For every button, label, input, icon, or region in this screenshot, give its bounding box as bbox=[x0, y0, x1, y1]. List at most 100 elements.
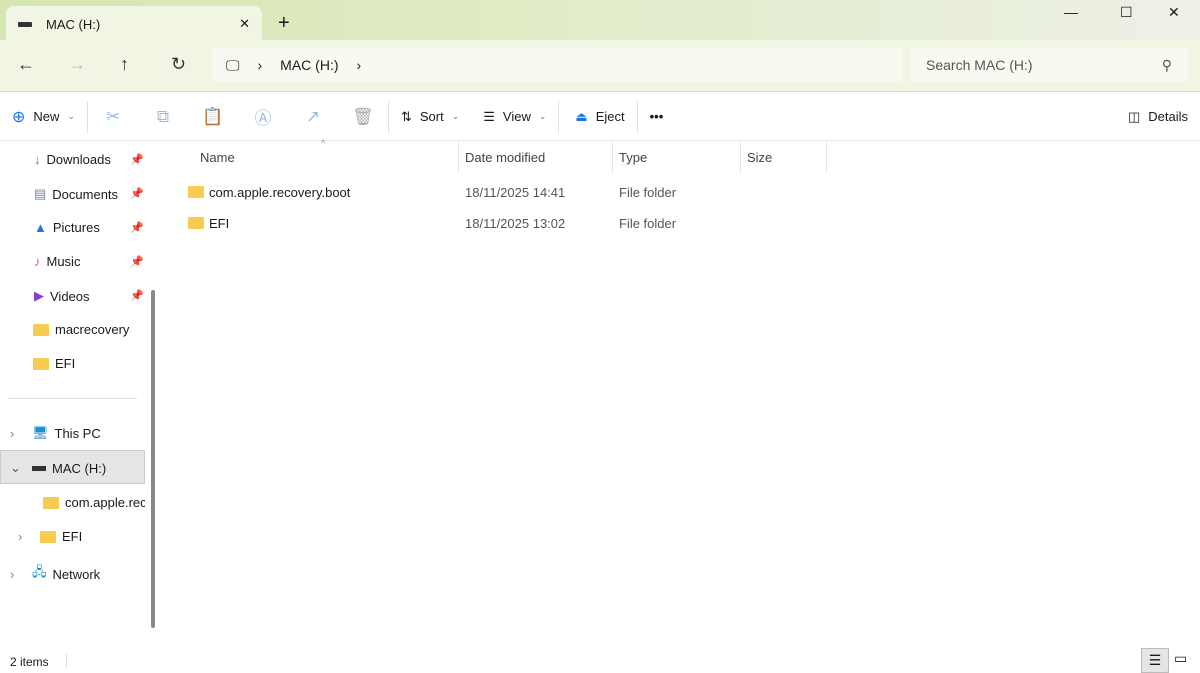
new-tab-button[interactable]: + bbox=[278, 12, 290, 35]
column-header-type[interactable]: Type bbox=[619, 150, 647, 165]
label: macrecovery bbox=[55, 322, 130, 337]
forward-button[interactable]: → bbox=[68, 54, 86, 75]
new-label: New bbox=[33, 109, 60, 124]
divider bbox=[612, 142, 613, 172]
refresh-button[interactable]: ↻ bbox=[171, 54, 186, 75]
file-list: ^ Name Date modified Type Size com.apple… bbox=[163, 138, 1200, 647]
label: MAC (H:) bbox=[52, 460, 107, 476]
tree-item-network[interactable]: › 🖧 Network bbox=[10, 563, 100, 585]
cut-icon[interactable]: ✂ bbox=[88, 107, 138, 127]
new-button[interactable]: ⊕ New ⌄ bbox=[0, 93, 87, 140]
address-bar[interactable]: 🖵 › MAC (H:) › bbox=[212, 48, 902, 82]
file-type: File folder bbox=[619, 185, 677, 200]
column-header-name[interactable]: Name bbox=[200, 150, 235, 165]
column-header-size[interactable]: Size bbox=[747, 150, 772, 165]
details-pane-icon: ◫ bbox=[1127, 108, 1141, 124]
divider bbox=[826, 142, 827, 172]
label: Music bbox=[46, 254, 81, 269]
nav-bar: ← → ↑ ↻ 🖵 › MAC (H:) › Search MAC (H:) ⚲ bbox=[0, 40, 1200, 92]
folder-icon bbox=[40, 530, 56, 543]
label: Pictures bbox=[52, 220, 100, 235]
search-input[interactable]: Search MAC (H:) ⚲ bbox=[910, 48, 1188, 82]
folder-icon bbox=[188, 186, 204, 198]
pin-icon[interactable]: 📌 bbox=[130, 153, 144, 166]
divider bbox=[66, 654, 67, 668]
column-header-date[interactable]: Date modified bbox=[465, 150, 545, 165]
label: Documents bbox=[52, 186, 119, 202]
close-tab-icon[interactable]: ✕ bbox=[239, 16, 250, 32]
sidebar-item-documents[interactable]: ▤ Documents bbox=[34, 186, 118, 202]
pin-icon[interactable]: 📌 bbox=[130, 221, 144, 234]
tab-mac-h[interactable]: MAC (H:) ✕ bbox=[6, 6, 262, 42]
sidebar-item-pictures[interactable]: ▲ Pictures bbox=[34, 220, 100, 235]
paste-icon[interactable]: 📋 bbox=[188, 107, 238, 127]
this-pc-icon: 🖥 bbox=[32, 425, 49, 440]
drive-icon bbox=[18, 21, 32, 27]
sort-ascending-icon: ^ bbox=[321, 138, 326, 148]
command-bar: ⊕ New ⌄ ✂ ⧉ 📋 Ⓐ ↗ 🗑 ⇅ Sort ⌄ ☰ View ⌄ ⏏ Eject •… bbox=[0, 93, 1200, 141]
delete-icon[interactable]: 🗑 bbox=[338, 107, 388, 127]
navigation-pane: ↓ Downloads 📌 ▤ Documents 📌 ▲ Pictures 📌 ♪ M… bbox=[0, 142, 160, 647]
drive-icon bbox=[32, 465, 46, 471]
folder-icon bbox=[33, 323, 49, 336]
eject-icon: ⏏ bbox=[575, 108, 588, 124]
view-button[interactable]: ☰ View ⌄ bbox=[471, 93, 558, 140]
item-count: 2 items bbox=[10, 655, 49, 669]
sidebar-item-macrecovery[interactable]: macrecovery bbox=[33, 322, 129, 337]
file-type: File folder bbox=[619, 216, 677, 231]
view-label: View bbox=[502, 109, 531, 124]
folder-icon bbox=[43, 496, 59, 509]
chevron-down-icon: ⌄ bbox=[67, 111, 75, 121]
network-icon: 🖧 bbox=[32, 564, 47, 579]
videos-icon: ▶ bbox=[34, 288, 44, 303]
chevron-right-icon[interactable]: › bbox=[10, 426, 26, 441]
music-icon: ♪ bbox=[34, 254, 41, 269]
file-date: 18/11/2025 13:02 bbox=[465, 216, 566, 231]
tree-item-efi[interactable]: › EFI bbox=[18, 529, 82, 544]
chevron-icon[interactable]: › bbox=[357, 57, 362, 73]
share-icon[interactable]: ↗ bbox=[288, 107, 338, 127]
up-button[interactable]: ↑ bbox=[120, 54, 129, 75]
close-window-button[interactable]: ✕ bbox=[1168, 4, 1180, 21]
details-button[interactable]: ◫ Details bbox=[1116, 93, 1200, 140]
breadcrumb-mac-h[interactable]: MAC (H:) bbox=[280, 57, 338, 73]
tree-item-com-apple-recovery-boot[interactable]: com.apple.recovery.boot bbox=[43, 495, 145, 510]
eject-label: Eject bbox=[595, 109, 625, 124]
maximize-button[interactable]: ☐ bbox=[1120, 4, 1133, 21]
plus-circle-icon: ⊕ bbox=[12, 108, 26, 126]
sidebar-item-efi[interactable]: EFI bbox=[33, 356, 75, 371]
pin-icon[interactable]: 📌 bbox=[130, 289, 144, 302]
folder-icon bbox=[33, 357, 49, 370]
tree-item-mac-h[interactable]: ⌄ MAC (H:) bbox=[10, 460, 106, 476]
label: This PC bbox=[54, 425, 101, 441]
file-name: EFI bbox=[209, 216, 230, 231]
pin-icon[interactable]: 📌 bbox=[130, 187, 144, 200]
table-row[interactable]: com.apple.recovery.boot 18/11/2025 14:41… bbox=[163, 178, 1200, 206]
sidebar-item-music[interactable]: ♪ Music bbox=[34, 254, 80, 269]
file-date: 18/11/2025 14:41 bbox=[465, 185, 566, 200]
documents-icon: ▤ bbox=[34, 186, 47, 201]
details-view-button[interactable]: ☰ bbox=[1141, 648, 1169, 673]
chevron-down-icon[interactable]: ⌄ bbox=[10, 460, 26, 476]
tree-item-this-pc[interactable]: › 🖥 This PC bbox=[10, 425, 101, 441]
tiles-view-button[interactable]: ▭ bbox=[1174, 650, 1187, 667]
more-options-button[interactable]: ••• bbox=[638, 93, 676, 140]
table-row[interactable]: EFI 18/11/2025 13:02 File folder bbox=[163, 209, 1200, 237]
sidebar-scrollbar[interactable] bbox=[151, 290, 155, 628]
back-button[interactable]: ← bbox=[17, 54, 35, 75]
chevron-right-icon[interactable]: › bbox=[10, 567, 26, 582]
rename-icon[interactable]: Ⓐ bbox=[238, 104, 288, 129]
chevron-right-icon[interactable]: › bbox=[18, 529, 34, 544]
label: EFI bbox=[62, 529, 83, 544]
pin-icon[interactable]: 📌 bbox=[130, 255, 144, 268]
file-name: com.apple.recovery.boot bbox=[209, 185, 351, 200]
sidebar-item-downloads[interactable]: ↓ Downloads bbox=[34, 152, 111, 167]
sidebar-item-videos[interactable]: ▶ Videos bbox=[34, 288, 90, 304]
label: com.apple.recovery.boot bbox=[65, 495, 145, 510]
search-icon: ⚲ bbox=[1161, 56, 1172, 73]
sort-button[interactable]: ⇅ Sort ⌄ bbox=[389, 93, 471, 140]
copy-icon[interactable]: ⧉ bbox=[138, 107, 188, 127]
eject-button[interactable]: ⏏ Eject bbox=[559, 93, 636, 140]
minimize-button[interactable]: — bbox=[1064, 4, 1078, 20]
divider bbox=[8, 398, 137, 399]
